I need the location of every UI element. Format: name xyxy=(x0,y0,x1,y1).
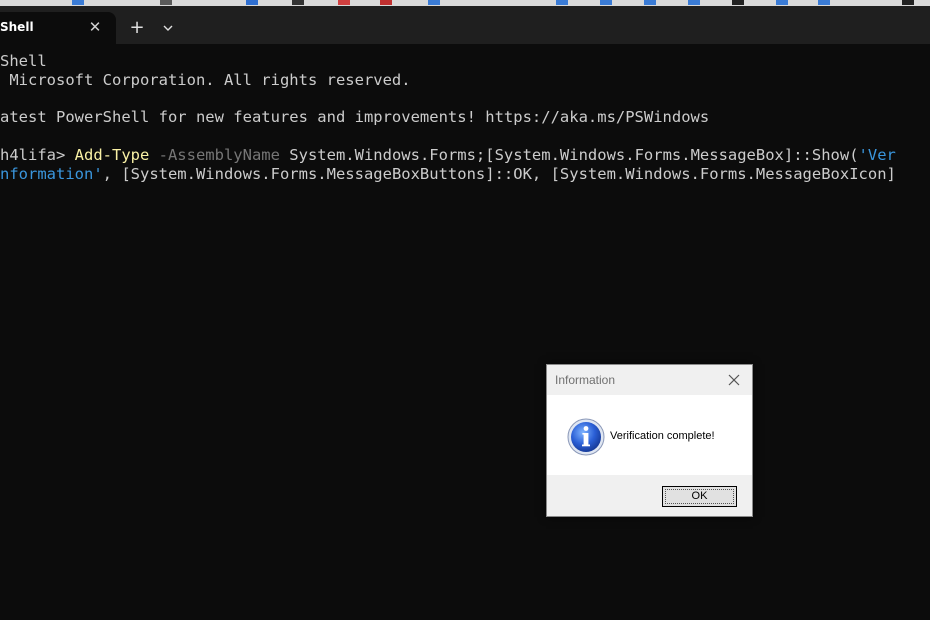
terminal-line: Shell xyxy=(0,52,47,70)
tab-label: Shell xyxy=(0,20,34,34)
strip-icon xyxy=(688,0,700,5)
command-line-continued: nformation', [System.Windows.Forms.Messa… xyxy=(0,165,930,184)
strip-icon xyxy=(428,0,440,5)
ok-button[interactable]: OK xyxy=(662,486,737,507)
close-icon[interactable]: ✕ xyxy=(86,18,104,36)
cmd-string: nformation' xyxy=(0,165,103,183)
cmd-arguments: System.Windows.Forms;[System.Windows.For… xyxy=(279,146,859,164)
info-icon xyxy=(567,418,605,456)
dialog-title-bar[interactable]: Information xyxy=(547,365,752,395)
strip-icon xyxy=(380,0,392,5)
strip-icon xyxy=(600,0,612,5)
strip-icon xyxy=(246,0,258,5)
terminal-output[interactable]: Shell Microsoft Corporation. All rights … xyxy=(0,44,930,620)
cmdlet-name: Add-Type xyxy=(74,146,150,164)
chevron-down-icon[interactable] xyxy=(158,18,178,38)
dialog-body: Verification complete! xyxy=(547,395,752,475)
strip-icon xyxy=(72,0,84,5)
cmd-parameter: -AssemblyName xyxy=(149,146,280,164)
message-box-dialog: Information Verification complete! OK xyxy=(546,364,753,517)
strip-icon xyxy=(644,0,656,5)
title-bar: Shell ✕ + xyxy=(0,6,930,44)
strip-icon xyxy=(902,0,914,5)
dialog-message: Verification complete! xyxy=(610,430,715,442)
cmd-arguments: , [System.Windows.Forms.MessageBoxButton… xyxy=(102,165,896,183)
cmd-string: 'Ver xyxy=(858,146,896,164)
strip-icon xyxy=(338,0,350,5)
prompt: h4lifa> xyxy=(0,146,75,164)
strip-icon xyxy=(556,0,568,5)
strip-icon xyxy=(160,0,172,5)
tab-powershell[interactable]: Shell ✕ xyxy=(0,12,116,44)
dialog-footer: OK xyxy=(547,475,752,516)
close-icon[interactable] xyxy=(725,371,743,389)
strip-icon xyxy=(776,0,788,5)
command-line: h4lifa> Add-Type -AssemblyName System.Wi… xyxy=(0,146,930,165)
terminal-line: Microsoft Corporation. All rights reserv… xyxy=(0,71,411,89)
plus-icon[interactable]: + xyxy=(127,18,147,38)
terminal-line: atest PowerShell for new features and im… xyxy=(0,108,710,126)
strip-icon xyxy=(292,0,304,5)
strip-icon xyxy=(732,0,744,5)
strip-icon xyxy=(818,0,830,5)
dialog-title: Information xyxy=(555,373,616,387)
